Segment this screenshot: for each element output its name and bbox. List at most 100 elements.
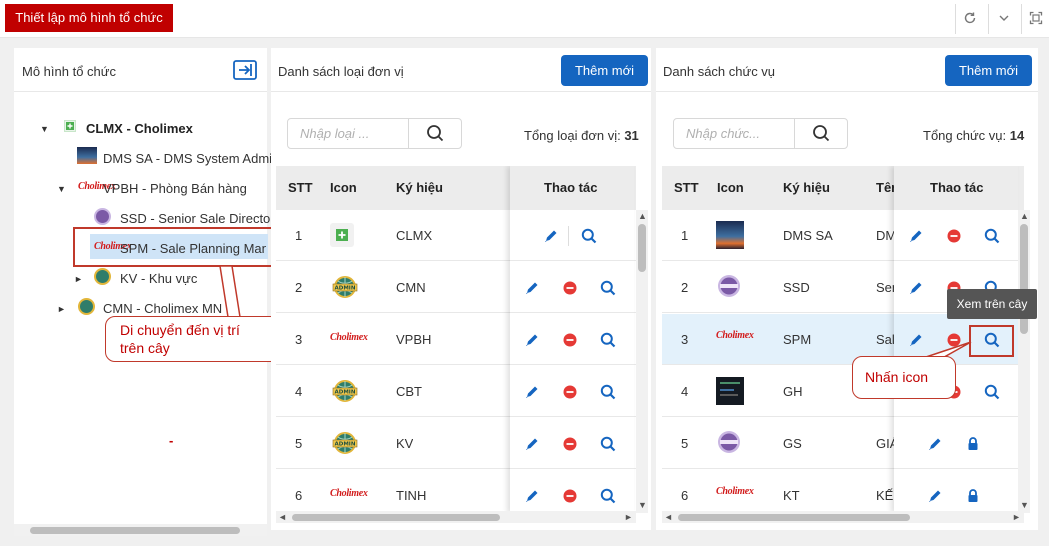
unit-vscroll[interactable]: ▲ ▼: [636, 210, 648, 513]
unit-count-label: Tổng loại đơn vị:: [524, 128, 621, 143]
unit-hscroll[interactable]: ◄ ►: [276, 511, 636, 523]
position-vscroll[interactable]: ▲ ▼: [1018, 210, 1030, 513]
edit-icon[interactable]: [542, 227, 560, 245]
scroll-right-arrow[interactable]: ►: [624, 511, 633, 523]
tree-node-clmx[interactable]: CLMX - Cholimex: [86, 121, 193, 136]
edit-icon[interactable]: [907, 279, 925, 297]
edit-icon[interactable]: [523, 331, 541, 349]
edit-icon[interactable]: [926, 435, 944, 453]
collapsed-caret-icon[interactable]: ►: [57, 304, 66, 314]
cholimex-logo: Cholimex: [330, 488, 368, 499]
view-icon[interactable]: [599, 435, 617, 453]
scroll-right-arrow[interactable]: ►: [1012, 511, 1021, 523]
tree-node-kv[interactable]: KV - Khu vực: [120, 271, 197, 286]
cell-stt: 4: [295, 384, 303, 399]
delete-icon[interactable]: [561, 435, 579, 453]
view-on-tree-icon[interactable]: [983, 227, 1001, 245]
cell-code: SSD: [783, 280, 810, 295]
add-unit-button[interactable]: Thêm mới: [561, 55, 648, 86]
dms-thumbnail-icon: [77, 147, 97, 164]
delete-icon[interactable]: [561, 331, 579, 349]
col-stt: STT: [288, 180, 313, 195]
delete-icon[interactable]: [561, 383, 579, 401]
position-hscroll-thumb[interactable]: [678, 514, 910, 521]
fullscreen-icon[interactable]: [1024, 8, 1048, 32]
row-actions: [510, 470, 634, 513]
row-actions: [510, 262, 634, 313]
lock-icon[interactable]: [964, 435, 982, 453]
tree-node-cmn[interactable]: CMN - Cholimex MN: [103, 301, 222, 316]
edit-icon[interactable]: [907, 227, 925, 245]
col-code: Ký hiệu: [396, 180, 443, 195]
chevron-down-icon[interactable]: [992, 8, 1016, 32]
cell-code: KT: [783, 488, 800, 503]
position-count: Tổng chức vụ: 14: [923, 128, 1024, 143]
red-dash-mark: -: [169, 433, 174, 448]
scroll-up-arrow[interactable]: ▲: [1020, 210, 1029, 222]
scroll-left-arrow[interactable]: ◄: [278, 511, 287, 523]
cell-stt: 5: [681, 436, 689, 451]
col-actions: Thao tác: [930, 180, 984, 195]
lock-icon[interactable]: [964, 487, 982, 505]
unit-hscroll-thumb[interactable]: [292, 514, 500, 521]
unit-vscroll-thumb[interactable]: [638, 224, 646, 272]
toolbar-divider: [1021, 4, 1022, 34]
view-on-tree-icon[interactable]: [983, 383, 1001, 401]
delete-icon[interactable]: [561, 279, 579, 297]
cell-name: GIÁM: [876, 436, 896, 451]
position-hscroll[interactable]: ◄ ►: [662, 511, 1024, 523]
view-icon[interactable]: [599, 487, 617, 505]
collapse-panel-icon[interactable]: [233, 60, 257, 80]
view-icon[interactable]: [580, 227, 598, 245]
delete-icon[interactable]: [561, 487, 579, 505]
refresh-icon[interactable]: [958, 8, 982, 32]
row-actions: [510, 418, 634, 469]
row-actions: [894, 418, 1018, 469]
scroll-down-arrow[interactable]: ▼: [1020, 499, 1029, 511]
cell-stt: 2: [681, 280, 689, 295]
purple-seal-logo: [716, 273, 746, 301]
cell-code: VPBH: [396, 332, 432, 347]
expand-caret-icon[interactable]: ▼: [40, 124, 49, 134]
plus-square-icon: [330, 223, 360, 249]
edit-icon[interactable]: [523, 383, 541, 401]
add-position-button[interactable]: Thêm mới: [945, 55, 1032, 86]
tree-node-vpbh[interactable]: VPBH - Phòng Bán hàng: [103, 181, 247, 196]
view-icon[interactable]: [599, 279, 617, 297]
tree-node-ssd[interactable]: SSD - Senior Sale Director: [120, 211, 275, 226]
cell-code: DMS SA: [783, 228, 833, 243]
tree-scroll-thumb[interactable]: [30, 527, 240, 534]
unit-search-input[interactable]: [288, 119, 408, 148]
row-actions: [894, 210, 1018, 261]
page-title-tab[interactable]: Thiết lập mô hình tổ chức: [5, 4, 173, 32]
view-icon[interactable]: [599, 383, 617, 401]
cell-name: KẾ: [876, 488, 894, 503]
scroll-left-arrow[interactable]: ◄: [664, 511, 673, 523]
cell-name: Senior: [876, 280, 896, 295]
position-search-input[interactable]: [674, 119, 794, 148]
row-actions: [894, 470, 1018, 513]
edit-icon[interactable]: [523, 487, 541, 505]
unit-count: Tổng loại đơn vị: 31: [524, 128, 639, 143]
delete-icon[interactable]: [945, 227, 963, 245]
row-actions: [510, 314, 634, 365]
scroll-down-arrow[interactable]: ▼: [638, 499, 647, 511]
view-icon-red-box: [969, 325, 1014, 357]
edit-icon[interactable]: [926, 487, 944, 505]
search-button[interactable]: [794, 119, 847, 148]
cell-stt: 5: [295, 436, 303, 451]
tree-node-dms-sa[interactable]: DMS SA - DMS System Admin: [103, 151, 279, 166]
edit-icon[interactable]: [523, 435, 541, 453]
view-icon[interactable]: [599, 331, 617, 349]
unit-panel-title: Danh sách loại đơn vị: [278, 64, 404, 79]
search-button[interactable]: [408, 119, 461, 148]
collapsed-caret-icon[interactable]: ►: [74, 274, 83, 284]
expand-caret-icon[interactable]: ▼: [57, 184, 66, 194]
scroll-up-arrow[interactable]: ▲: [638, 210, 647, 222]
tree-scrollbar[interactable]: [14, 524, 267, 536]
divider: [271, 91, 651, 92]
unit-type-panel: Danh sách loại đơn vị Thêm mới Tổng loại…: [271, 48, 651, 530]
cell-stt: 1: [681, 228, 689, 243]
col-icon: Icon: [717, 180, 744, 195]
edit-icon[interactable]: [523, 279, 541, 297]
